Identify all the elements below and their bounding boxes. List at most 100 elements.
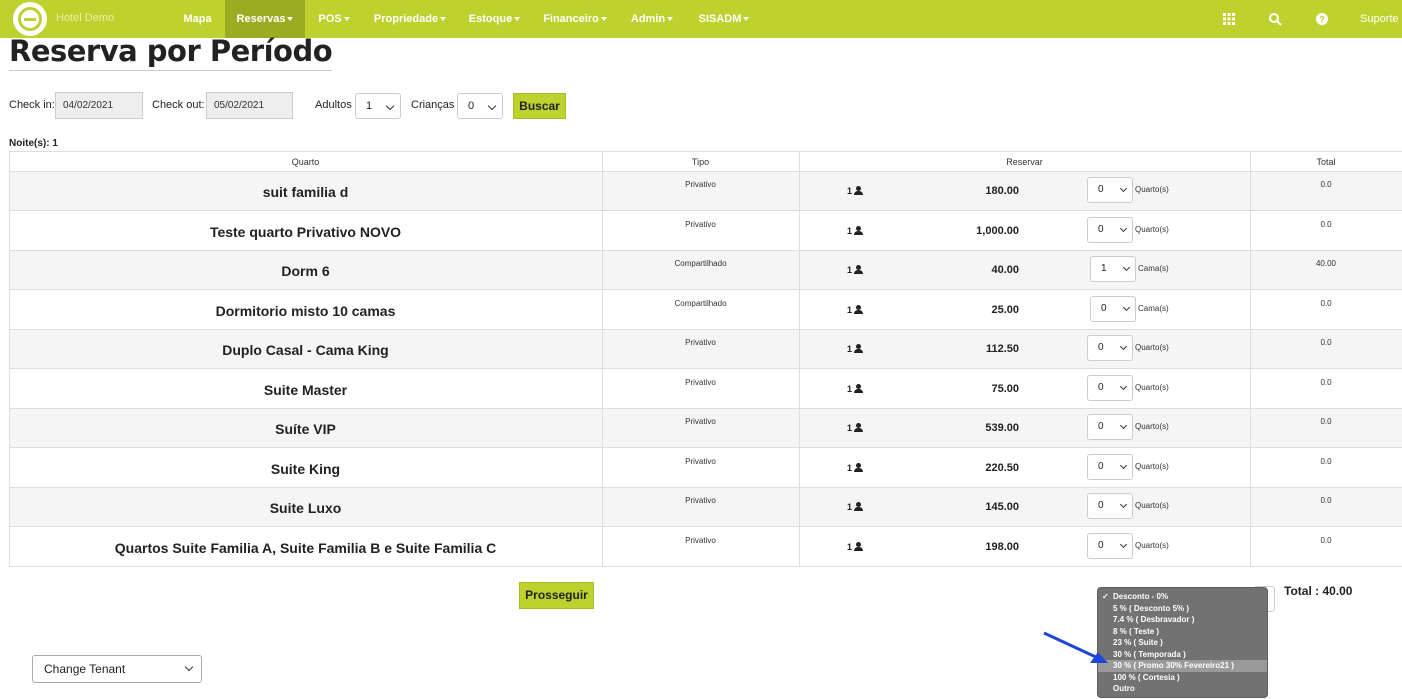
nav-item-reservas[interactable]: Reservas <box>225 0 305 38</box>
nav-item-mapa[interactable]: Mapa <box>170 0 225 38</box>
discount-option[interactable]: 30 % ( Temporada ) <box>1098 649 1267 661</box>
unit-label: Quarto(s) <box>1135 343 1169 352</box>
chevron-down-icon <box>1119 540 1128 548</box>
search-icon[interactable] <box>1268 12 1282 26</box>
room-type: Privativo <box>685 417 716 426</box>
adultos-label: Adultos <box>315 99 352 111</box>
room-price: 75.00 <box>991 382 1019 395</box>
nav-item-estoque[interactable]: Estoque <box>457 0 532 38</box>
suporte-link[interactable]: Suporte <box>1360 0 1399 38</box>
person-icon <box>854 462 864 472</box>
room-price: 220.50 <box>985 461 1019 474</box>
annotation-arrow-icon <box>1043 631 1108 663</box>
help-icon[interactable]: ? <box>1315 12 1329 26</box>
checkout-input[interactable]: 05/02/2021 <box>206 92 293 119</box>
quantity-select[interactable]: 1 <box>1090 256 1136 282</box>
room-price: 112.50 <box>985 343 1019 355</box>
chevron-down-icon <box>1119 224 1128 232</box>
prosseguir-button[interactable]: Prosseguir <box>519 582 594 609</box>
table-row: Quartos Suite Familia A, Suite Familia B… <box>9 528 1402 567</box>
unit-label: Cama(s) <box>1138 264 1169 273</box>
room-price: 40.00 <box>991 264 1019 276</box>
pax-count: 1 <box>847 225 864 236</box>
room-name: Dorm 6 <box>281 263 330 279</box>
nav-item-admin[interactable]: Admin <box>618 0 686 38</box>
discount-option[interactable]: 23 % ( Suite ) <box>1098 637 1267 649</box>
discount-option[interactable]: Outro <box>1098 683 1267 695</box>
checkout-label: Check out: <box>152 99 205 111</box>
room-price: 145.00 <box>985 501 1019 513</box>
discount-option[interactable]: 5 % ( Desconto 5% ) <box>1098 603 1267 615</box>
caret-down-icon <box>287 17 294 22</box>
chevron-down-icon <box>1119 421 1128 430</box>
quantity-select[interactable]: 0 <box>1087 374 1133 401</box>
nav-item-sisadm[interactable]: SISADM <box>686 0 762 38</box>
checkin-label: Check in: <box>9 99 55 111</box>
change-tenant-select[interactable]: Change Tenant <box>32 655 202 683</box>
grid-icon[interactable] <box>1222 12 1236 26</box>
room-name: Suite King <box>270 460 341 477</box>
person-icon <box>854 344 864 353</box>
quantity-select[interactable]: 0 <box>1087 493 1133 519</box>
quantity-select[interactable]: 0 <box>1087 216 1133 243</box>
discount-option[interactable]: 8 % ( Teste ) <box>1098 626 1267 638</box>
chevron-down-icon <box>1119 461 1128 469</box>
quantity-select[interactable]: 0 <box>1087 335 1133 361</box>
pax-count: 1 <box>847 383 864 394</box>
quantity-select[interactable]: 0 <box>1090 295 1136 322</box>
row-total: 0.0 <box>1320 298 1332 308</box>
checkin-input[interactable]: 04/02/2021 <box>55 92 143 119</box>
person-icon <box>854 265 864 274</box>
room-name: Dormitorio misto 10 camas <box>215 302 396 319</box>
row-total: 0.0 <box>1320 535 1332 545</box>
row-total: 0.0 <box>1320 496 1332 505</box>
nav-item-propriedade[interactable]: Propriedade <box>363 0 457 38</box>
row-total: 0.0 <box>1320 417 1332 426</box>
unit-label: Quarto(s) <box>1135 422 1169 431</box>
chevron-down-icon <box>385 101 395 111</box>
room-type: Privativo <box>685 219 716 229</box>
row-total: 0.0 <box>1320 180 1332 189</box>
row-total: 40.00 <box>1315 259 1337 268</box>
table-row: Teste quarto Privativo NOVO Privativo 1 1,0… <box>9 212 1402 251</box>
row-total: 0.0 <box>1320 456 1332 466</box>
room-name: Quartos Suite Familia A, Suite Familia B… <box>114 539 497 556</box>
caret-down-icon <box>600 17 607 22</box>
chevron-down-icon <box>487 101 497 111</box>
room-name: suit familia d <box>262 184 349 200</box>
person-icon <box>854 423 864 432</box>
room-type: Privativo <box>685 456 716 466</box>
table-row: Duplo Casal - Cama King Privativo 1 112.50 0… <box>9 330 1402 369</box>
buscar-button[interactable]: Buscar <box>513 93 566 119</box>
quantity-select[interactable]: 0 <box>1087 177 1133 203</box>
quantity-select[interactable]: 0 <box>1087 414 1133 440</box>
adultos-select[interactable]: 1 <box>355 93 401 119</box>
chevron-down-icon <box>1119 382 1128 390</box>
unit-label: Quarto(s) <box>1135 540 1169 550</box>
quantity-select[interactable]: 0 <box>1087 532 1133 559</box>
room-price: 539.00 <box>985 422 1019 434</box>
total-amount: Total : 40.00 <box>1284 584 1353 598</box>
room-type: Compartilhado <box>674 259 727 268</box>
room-type: Privativo <box>685 496 716 505</box>
discount-dropdown[interactable]: ✓ Desconto - 0% 5 % ( Desconto 5% ) 7.4 % (… <box>1097 587 1268 698</box>
hotel-logo-icon[interactable] <box>13 2 47 36</box>
svg-text:?: ? <box>1319 15 1325 25</box>
nav-item-financeiro[interactable]: Financeiro <box>532 0 618 38</box>
room-name: Suite Master <box>263 381 348 398</box>
room-price: 1,000.00 <box>976 224 1019 237</box>
discount-option[interactable]: 100 % ( Cortesia ) <box>1098 672 1267 684</box>
discount-option[interactable]: 30 % ( Promo 30% Fevereiro21 ) <box>1098 660 1267 672</box>
discount-option[interactable]: 7.4 % ( Desbravador ) <box>1098 614 1267 626</box>
pax-count: 1 <box>847 541 864 552</box>
pax-count: 1 <box>847 304 864 315</box>
room-name: Suíte VIP <box>275 421 336 437</box>
quantity-select[interactable]: 0 <box>1087 453 1133 480</box>
header-tipo: Tipo <box>691 157 710 167</box>
brand-name[interactable]: Hotel Demo <box>56 12 114 24</box>
criancas-select[interactable]: 0 <box>457 93 503 119</box>
nav-item-pos[interactable]: POS <box>305 0 363 38</box>
checkmark-icon: ✓ <box>1102 592 1109 601</box>
discount-option[interactable]: ✓ Desconto - 0% <box>1098 591 1267 603</box>
top-navbar: Hotel Demo Mapa Reservas POS Propriedade… <box>0 0 1402 38</box>
